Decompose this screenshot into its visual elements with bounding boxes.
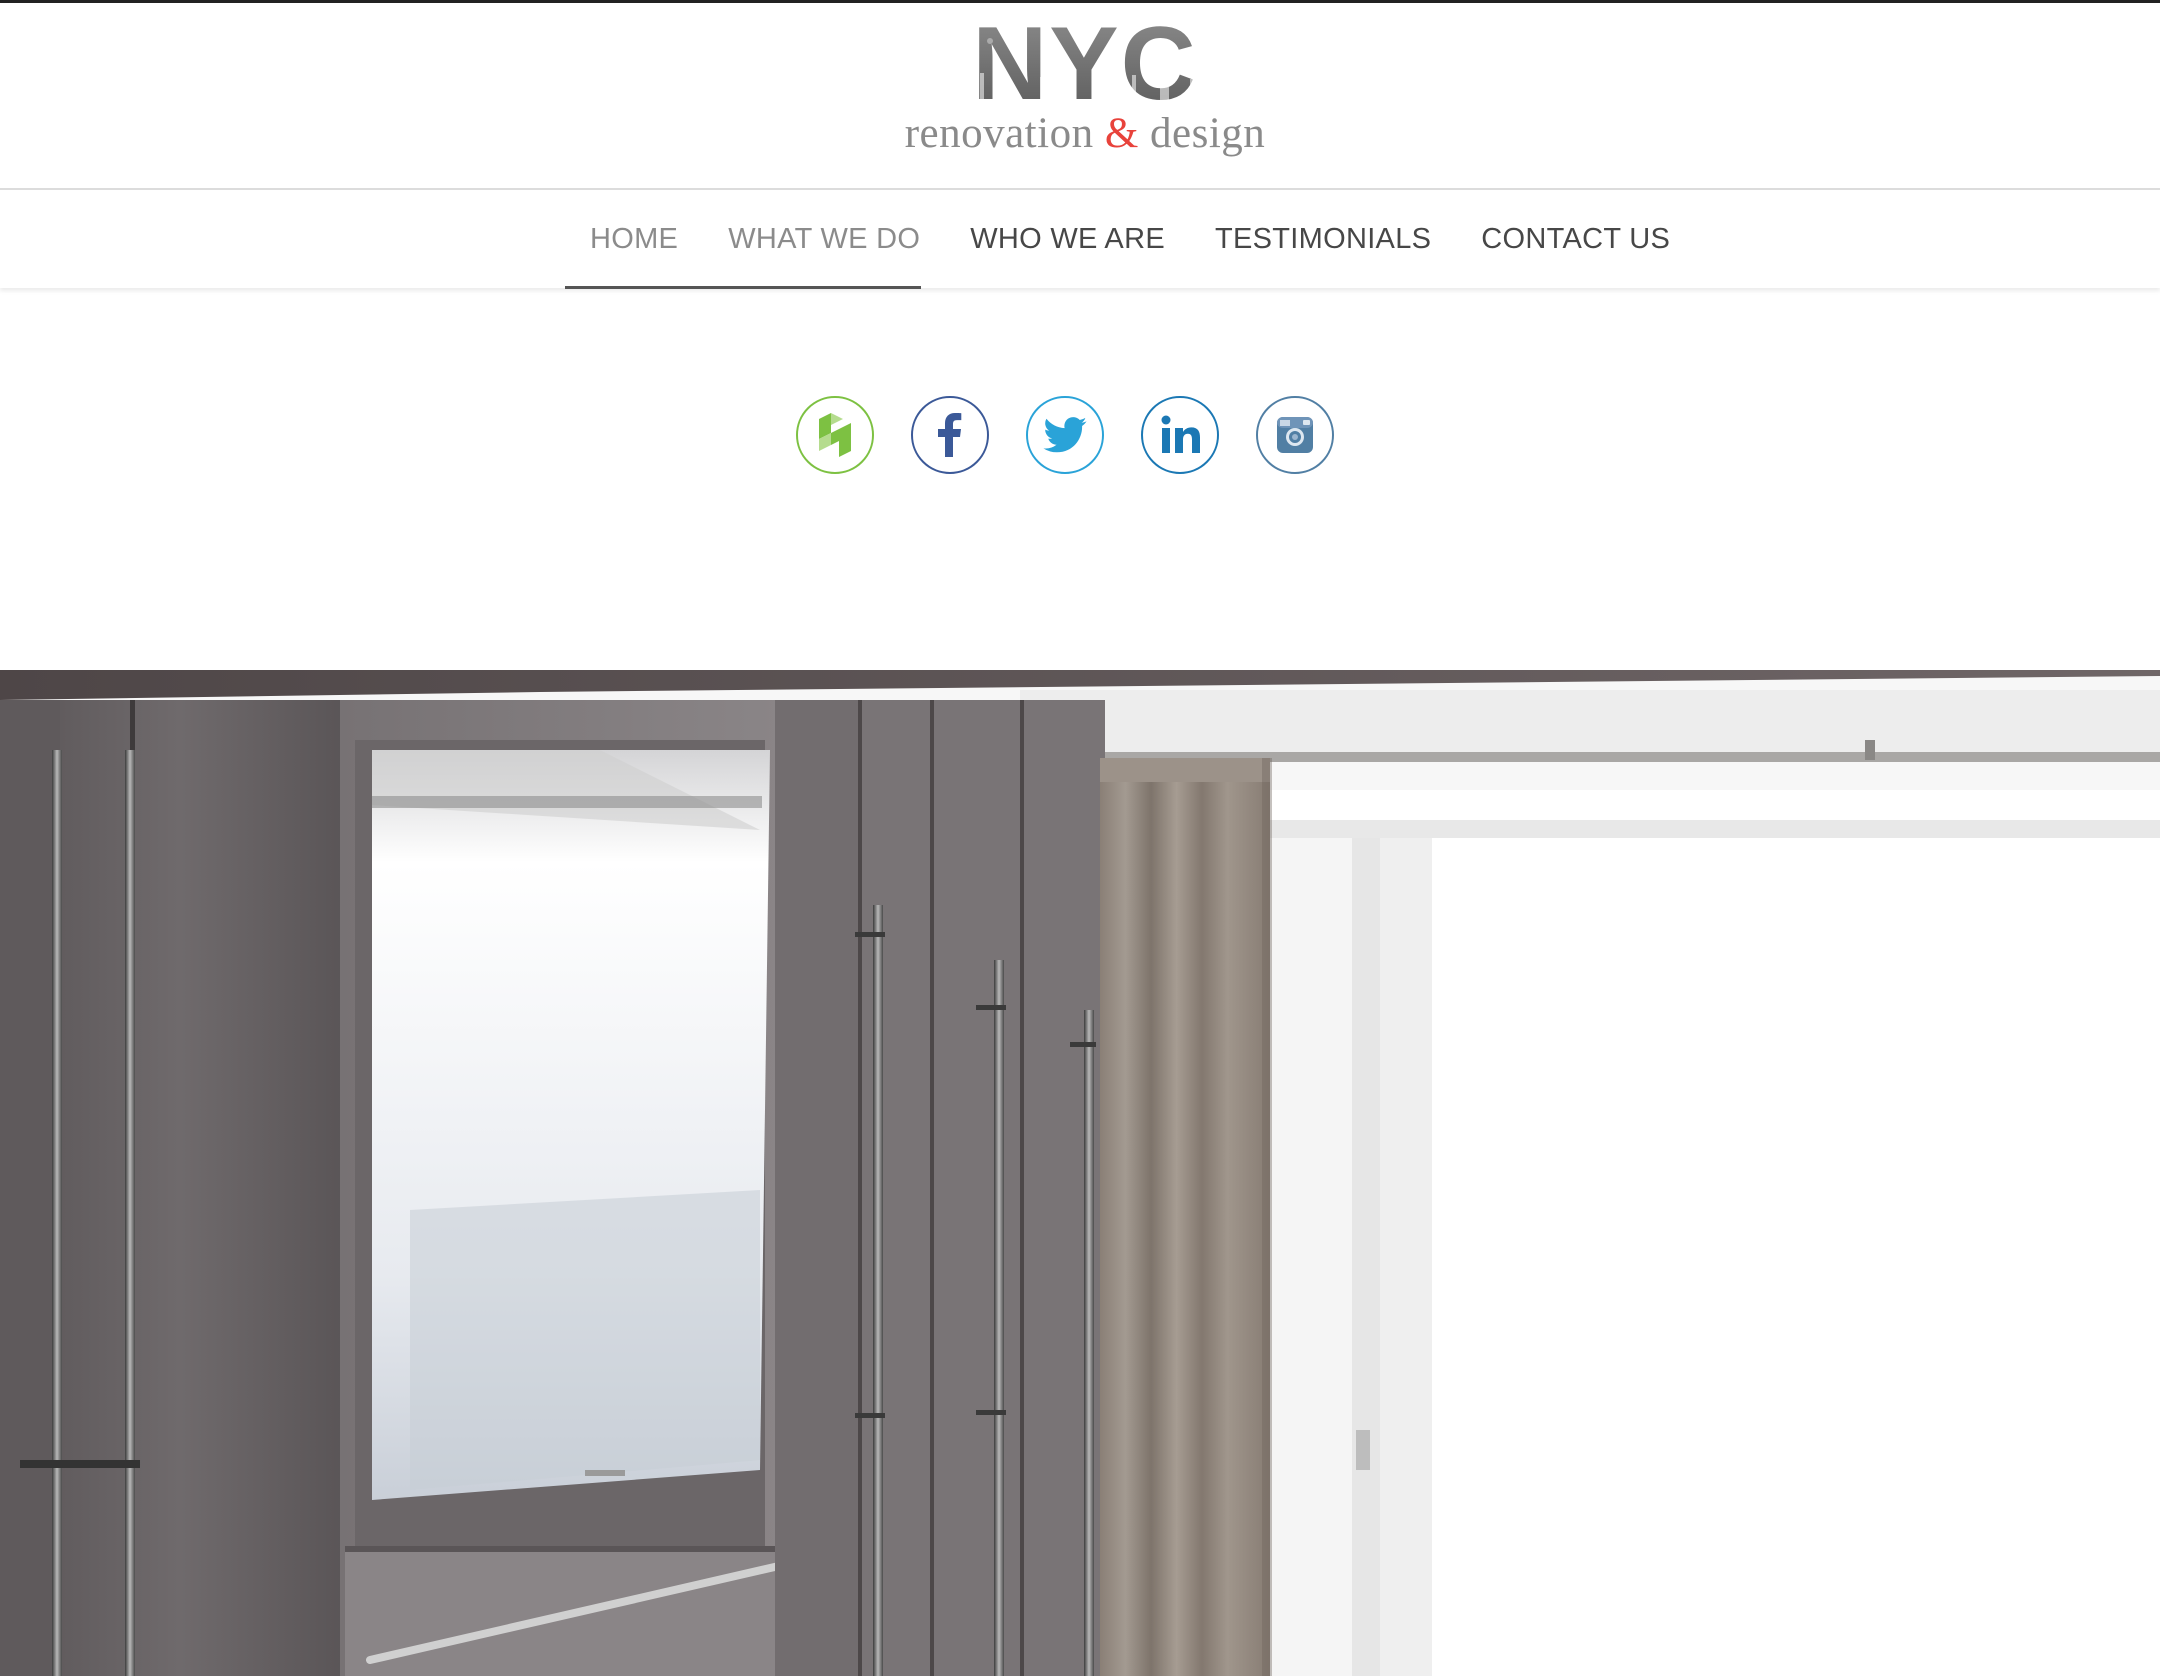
twitter-icon xyxy=(1043,417,1087,453)
site-logo[interactable]: NYC renovation & design xyxy=(900,11,1270,171)
nav-item-contact-us[interactable]: CONTACT US xyxy=(1456,190,1695,288)
hero-photo xyxy=(0,670,2160,1676)
facebook-link[interactable] xyxy=(911,396,989,474)
page: NYC renovation & design HOME WHAT WE DO … xyxy=(0,0,2160,1676)
linkedin-icon xyxy=(1161,415,1200,453)
nav-item-what-we-do[interactable]: WHAT WE DO xyxy=(703,190,945,288)
instagram-link[interactable] xyxy=(1256,396,1334,474)
nav-item-home[interactable]: HOME xyxy=(565,190,703,288)
social-links xyxy=(796,396,1334,478)
main-nav: HOME WHAT WE DO WHO WE ARE TESTIMONIALS … xyxy=(0,190,2160,289)
hero-image xyxy=(0,670,2160,1676)
houzz-icon xyxy=(815,413,855,458)
nav-item-testimonials[interactable]: TESTIMONIALS xyxy=(1190,190,1456,288)
houzz-link[interactable] xyxy=(796,396,874,474)
tagline-ampersand: & xyxy=(1104,110,1139,157)
nav-item-who-we-are[interactable]: WHO WE ARE xyxy=(945,190,1190,288)
twitter-link[interactable] xyxy=(1026,396,1104,474)
nav-active-underline xyxy=(565,286,921,289)
nav-items: HOME WHAT WE DO WHO WE ARE TESTIMONIALS … xyxy=(565,190,1695,288)
tagline-renovation: renovation xyxy=(904,110,1094,157)
site-header: NYC renovation & design xyxy=(0,3,2160,190)
instagram-icon xyxy=(1277,417,1313,453)
logo-tagline: renovation & design xyxy=(900,109,1270,158)
tagline-design: design xyxy=(1150,110,1266,157)
linkedin-link[interactable] xyxy=(1141,396,1219,474)
logo-wordmark: NYC xyxy=(950,11,1220,111)
facebook-icon xyxy=(938,413,962,457)
